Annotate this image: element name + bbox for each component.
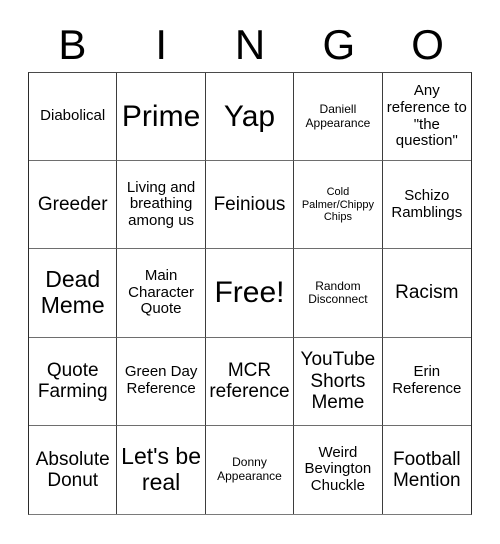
bingo-cell[interactable]: Feinious	[205, 161, 295, 250]
bingo-cell[interactable]: Absolute Donut	[29, 425, 118, 514]
bingo-card: B I N G O Diabolical Prime Yap Daniell A…	[0, 0, 500, 544]
bingo-cell[interactable]: Prime	[117, 73, 206, 162]
bingo-cell[interactable]: Football Mention	[383, 426, 471, 514]
bingo-cell[interactable]: Yap	[205, 73, 295, 162]
bingo-cell[interactable]: Let's be real	[117, 425, 206, 514]
bingo-cell[interactable]: Living and breathing among us	[117, 161, 206, 250]
bingo-header: B I N G O	[28, 18, 472, 72]
bingo-cell[interactable]: Racism	[382, 249, 471, 338]
bingo-cell[interactable]: Quote Farming	[29, 337, 118, 426]
bingo-cell[interactable]: Dead Meme	[29, 249, 118, 338]
bingo-cell[interactable]: Schizo Ramblings	[382, 161, 471, 250]
bingo-cell[interactable]: Random Disconnect	[294, 249, 383, 338]
bingo-cell-free[interactable]: Free!	[205, 249, 295, 338]
bingo-grid: Diabolical Prime Yap Daniell Appearance …	[28, 72, 472, 515]
bingo-cell[interactable]: Greeder	[29, 161, 118, 250]
bingo-cell[interactable]: Donny Appearance	[206, 425, 295, 514]
bingo-cell[interactable]: Diabolical	[29, 73, 118, 162]
bingo-cell[interactable]: Weird Bevington Chuckle	[294, 425, 383, 514]
bingo-cell[interactable]: Erin Reference	[382, 338, 471, 426]
bingo-header-letter-g: G	[322, 21, 356, 68]
bingo-cell[interactable]: Green Day Reference	[117, 337, 206, 426]
bingo-cell[interactable]: Main Character Quote	[117, 249, 206, 338]
bingo-header-letter-n: N	[234, 21, 266, 68]
bingo-header-letter-o: O	[411, 21, 444, 68]
bingo-cell[interactable]: MCR reference	[205, 337, 295, 426]
bingo-cell[interactable]: YouTube Shorts Meme	[294, 337, 383, 426]
bingo-header-letter-i: I	[155, 21, 168, 68]
bingo-cell[interactable]: Daniell Appearance	[294, 73, 383, 162]
bingo-cell[interactable]: Cold Palmer/Chippy Chips	[294, 161, 383, 250]
bingo-header-letter-b: B	[58, 21, 87, 68]
bingo-cell[interactable]: Any reference to "the question"	[382, 73, 471, 162]
